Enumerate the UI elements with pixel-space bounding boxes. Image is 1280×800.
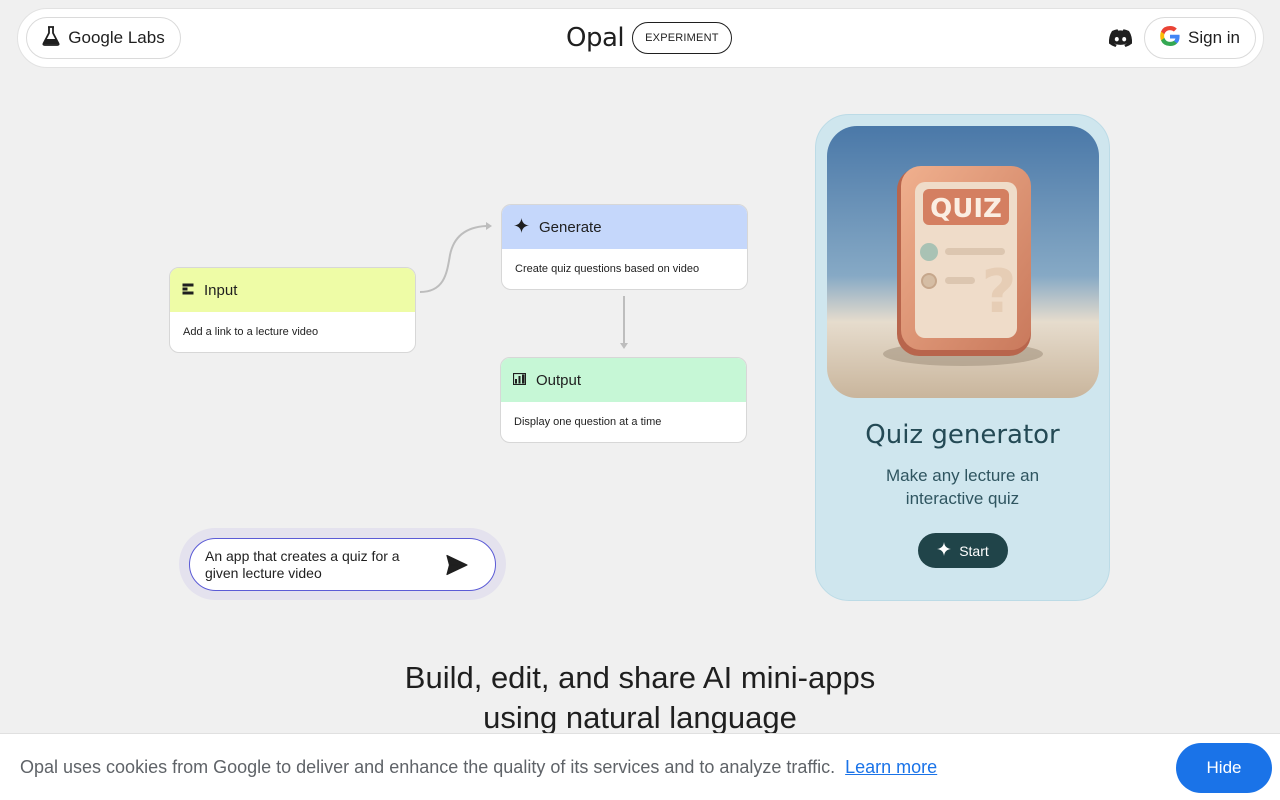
input-icon [182, 282, 194, 299]
quiz-image: QUIZ ? [827, 126, 1099, 398]
input-node-title: Input [204, 281, 238, 299]
experiment-badge: EXPERIMENT [632, 22, 732, 54]
start-button[interactable]: Start [918, 533, 1008, 568]
google-labs-button[interactable]: Google Labs [26, 17, 181, 59]
cookie-banner: Opal uses cookies from Google to deliver… [0, 733, 1280, 800]
app-preview-card: QUIZ ? Quiz generator Make any lecture a… [815, 114, 1110, 601]
google-logo-icon [1160, 25, 1180, 51]
brand: Opal EXPERIMENT [566, 21, 732, 55]
headline-line-1: Build, edit, and share AI mini-apps [404, 660, 876, 695]
quiz-image-label: QUIZ [930, 194, 1002, 224]
output-node-header: Output [501, 358, 746, 402]
start-label: Start [959, 542, 989, 559]
output-node-description: Display one question at a time [514, 416, 662, 428]
output-node[interactable]: Output Display one question at a time [500, 357, 747, 443]
output-node-title: Output [536, 371, 582, 389]
learn-more-link[interactable]: Learn more [845, 757, 937, 777]
generate-node[interactable]: Generate Create quiz questions based on … [501, 204, 748, 290]
output-icon [512, 372, 527, 389]
input-node-header: Input [170, 268, 415, 312]
svg-text:?: ? [982, 257, 1017, 327]
connector-arrowhead [486, 222, 492, 230]
input-node-description: Add a link to a lecture video [183, 326, 319, 338]
headline-line-2: using natural language [483, 700, 797, 735]
hero-headline: Build, edit, and share AI mini-apps usin… [0, 658, 1280, 738]
cookie-text-wrap: Opal uses cookies from Google to deliver… [20, 757, 937, 778]
sign-in-button[interactable]: Sign in [1144, 17, 1256, 59]
generate-node-description: Create quiz questions based on video [515, 263, 700, 275]
generate-node-title: Generate [539, 218, 602, 236]
sparkle-icon [937, 542, 952, 559]
brand-name: Opal [566, 23, 625, 53]
sparkle-icon [514, 217, 529, 237]
preview-title: Quiz generator [865, 420, 1060, 450]
top-header: Google Labs Opal EXPERIMENT Sign in [17, 8, 1264, 68]
connector-arrowhead [620, 343, 628, 349]
connector-input-generate [419, 225, 487, 293]
input-node[interactable]: Input Add a link to a lecture video [169, 267, 416, 353]
sign-in-label: Sign in [1188, 28, 1240, 47]
flask-icon [42, 25, 60, 51]
cookie-message: Opal uses cookies from Google to deliver… [20, 757, 836, 777]
prompt-text: An app that creates a quiz for a given l… [205, 547, 400, 581]
hide-button[interactable]: Hide [1176, 743, 1272, 793]
google-labs-label: Google Labs [68, 28, 165, 47]
prompt-input[interactable]: An app that creates a quiz for a given l… [189, 538, 496, 591]
generate-node-header: Generate [502, 205, 747, 249]
discord-icon[interactable] [1106, 25, 1134, 51]
send-icon[interactable] [445, 554, 469, 576]
preview-subtitle: Make any lecture an interactive quiz [885, 466, 1040, 508]
